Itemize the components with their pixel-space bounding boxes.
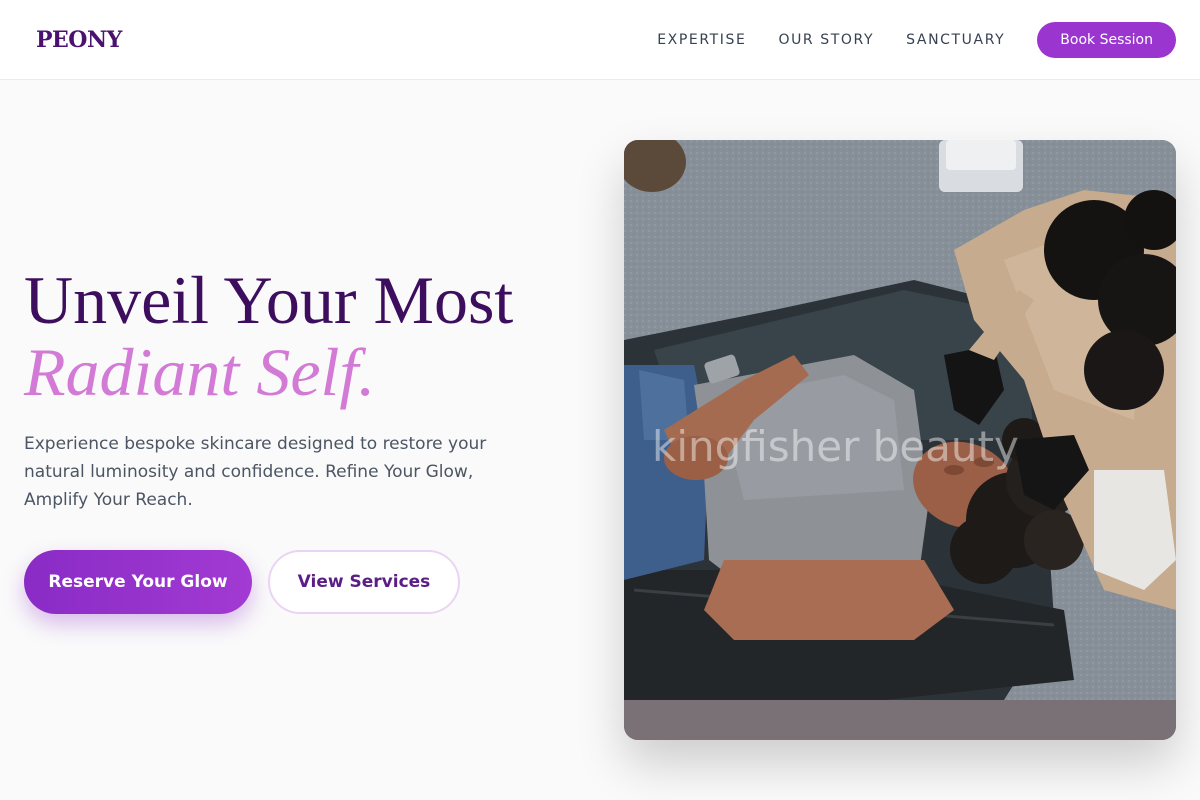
- hero-cta-row: Reserve Your Glow View Services: [24, 550, 460, 614]
- nav-link-our-story[interactable]: OUR STORY: [778, 32, 874, 48]
- book-session-button[interactable]: Book Session: [1037, 21, 1176, 58]
- brand-logo[interactable]: PEONY: [36, 27, 122, 53]
- reserve-glow-button[interactable]: Reserve Your Glow: [24, 550, 252, 614]
- hero-headline-line1: Unveil Your Most: [24, 262, 514, 338]
- hero-image: kingfisher beauty: [624, 140, 1176, 740]
- image-watermark: kingfisher beauty: [652, 422, 1019, 471]
- hero-headline-line2: Radiant Self.: [24, 334, 376, 410]
- nav-link-sanctuary[interactable]: SANCTUARY: [906, 32, 1005, 48]
- hero-subtitle: Experience bespoke skincare designed to …: [24, 434, 487, 510]
- nav-links: EXPERTISE OUR STORY SANCTUARY Book Sessi…: [657, 21, 1176, 58]
- view-services-button[interactable]: View Services: [268, 550, 460, 614]
- hero-text: Unveil Your Most Radiant Self. Experienc…: [24, 264, 584, 514]
- top-navbar: PEONY EXPERTISE OUR STORY SANCTUARY Book…: [0, 0, 1200, 80]
- nav-link-expertise[interactable]: EXPERTISE: [657, 32, 746, 48]
